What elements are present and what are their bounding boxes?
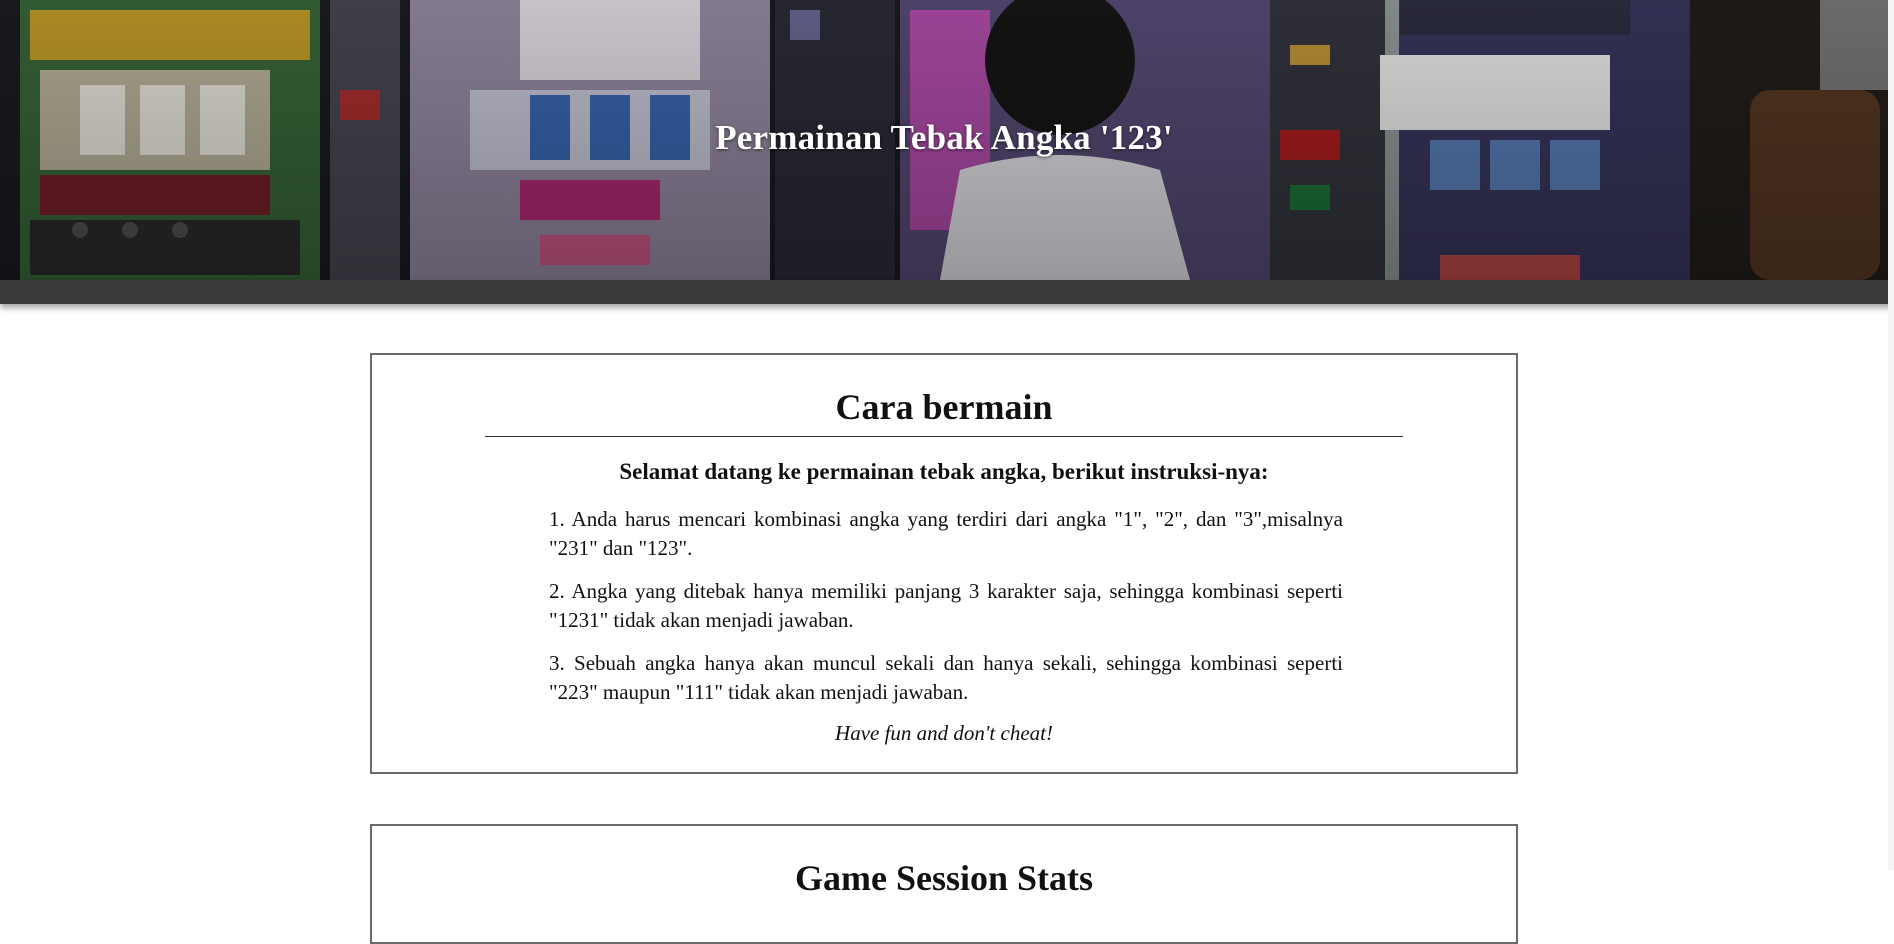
- stats-heading: Game Session Stats: [794, 858, 1094, 898]
- rule-item: 3. Sebuah angka hanya akan muncul sekali…: [549, 651, 1343, 704]
- rules-heading: Cara bermain: [835, 387, 1053, 427]
- rule-item: 2. Angka yang ditebak hanya memiliki pan…: [549, 579, 1343, 632]
- page-title: Permainan Tebak Angka '123': [715, 118, 1173, 157]
- rules-card: Cara bermain Selamat datang ke permainan…: [370, 353, 1518, 774]
- rules-divider: [485, 436, 1403, 437]
- rule-item: 1. Anda harus mencari kombinasi angka ya…: [549, 507, 1343, 560]
- rules-intro: Selamat datang ke permainan tebak angka,…: [619, 459, 1269, 484]
- stats-card: Game Session Stats: [370, 824, 1518, 944]
- page-scrollbar[interactable]: [1888, 0, 1894, 870]
- rules-list: 1. Anda harus mencari kombinasi angka ya…: [549, 505, 1343, 707]
- header-bottom-bar: [0, 280, 1894, 304]
- hero-header: Permainan Tebak Angka '123': [0, 0, 1894, 280]
- rules-closing-note: Have fun and don't cheat!: [835, 721, 1053, 745]
